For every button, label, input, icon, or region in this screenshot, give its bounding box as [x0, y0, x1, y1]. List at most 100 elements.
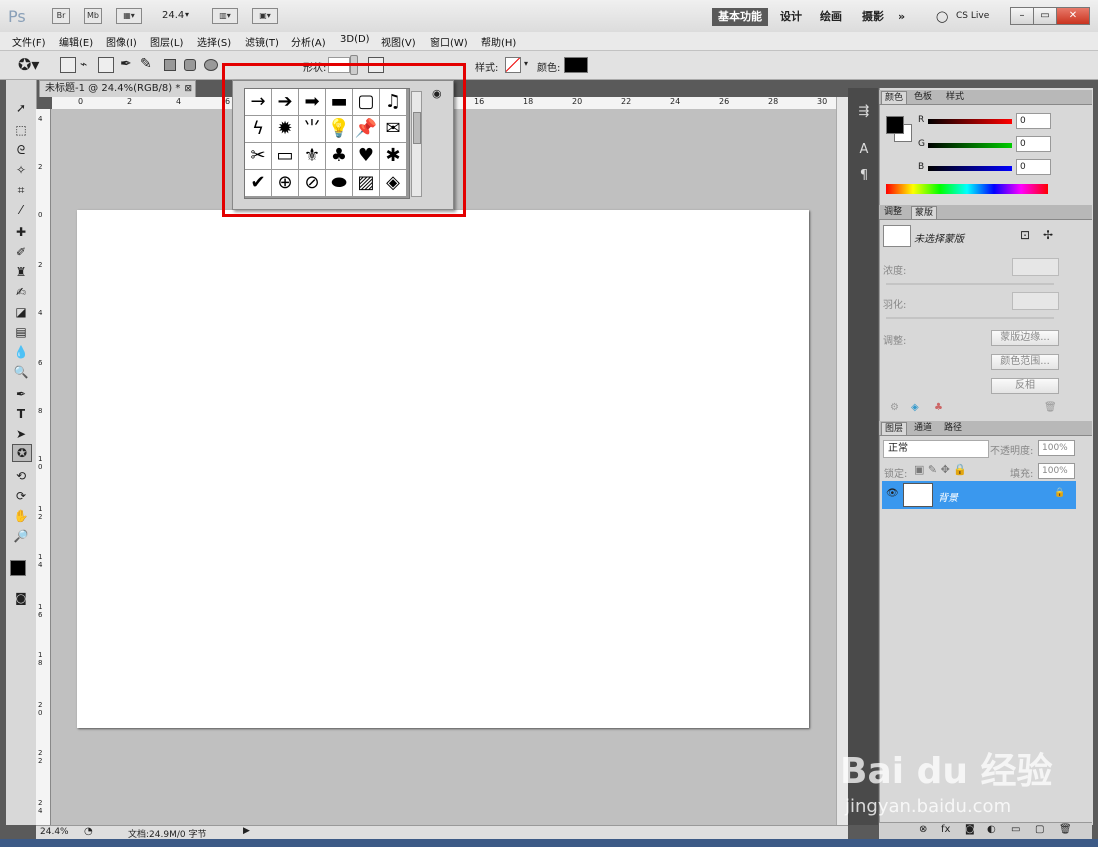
- blend-mode-select[interactable]: 正常: [883, 440, 989, 458]
- menu-help[interactable]: 帮助(H): [481, 34, 516, 49]
- eyedropper-tool-icon[interactable]: ⁄: [12, 202, 30, 218]
- zoom-readout[interactable]: 24.4%: [40, 827, 69, 837]
- zoom-level-select[interactable]: 24.4: [162, 10, 184, 21]
- pen-tool-icon[interactable]: ✒: [12, 386, 30, 402]
- red-slider[interactable]: [928, 119, 1012, 124]
- freeform-pen-icon[interactable]: ✎: [140, 56, 152, 72]
- adjustment-layer-icon[interactable]: ◐: [987, 824, 996, 835]
- density-slider[interactable]: [886, 283, 1054, 285]
- style-picker[interactable]: [505, 57, 521, 73]
- lasso-tool-icon[interactable]: ᘓ: [12, 142, 30, 158]
- mini-bridge-button[interactable]: Mb: [84, 8, 102, 24]
- cs-live-menu[interactable]: CS Live: [956, 11, 989, 21]
- marquee-tool-icon[interactable]: ⬚: [12, 122, 30, 138]
- tab-paths[interactable]: 路径: [941, 422, 965, 434]
- menu-file[interactable]: 文件(F): [12, 34, 46, 49]
- tab-masks[interactable]: 蒙版: [911, 206, 938, 219]
- maximize-button[interactable]: ▭: [1033, 7, 1057, 25]
- apply-mask-icon[interactable]: ◈: [911, 402, 919, 413]
- disable-mask-icon[interactable]: ♣: [934, 402, 943, 413]
- chevron-down-icon[interactable]: ▾: [185, 10, 189, 19]
- view-extras-button[interactable]: ▦▾: [116, 8, 142, 24]
- tab-adjustments[interactable]: 调整: [881, 206, 905, 218]
- type-tool-icon[interactable]: T: [12, 406, 30, 422]
- clone-stamp-icon[interactable]: ♜: [12, 264, 30, 280]
- workspace-photography[interactable]: 摄影: [862, 8, 884, 26]
- brush-tool-icon[interactable]: ✐: [12, 244, 30, 260]
- eraser-tool-icon[interactable]: ◪: [12, 304, 30, 320]
- menu-filter[interactable]: 滤镜(T): [245, 34, 279, 49]
- blue-slider[interactable]: [928, 166, 1012, 171]
- crop-tool-icon[interactable]: ⌗: [12, 182, 30, 198]
- rectangle-tool-icon[interactable]: [164, 59, 176, 71]
- red-value-input[interactable]: 0: [1016, 113, 1051, 129]
- character-panel-icon[interactable]: A: [856, 142, 872, 158]
- menu-3d[interactable]: 3D(D): [340, 34, 370, 45]
- green-value-input[interactable]: 0: [1016, 136, 1051, 152]
- tab-layers[interactable]: 图层: [881, 422, 908, 435]
- menu-select[interactable]: 选择(S): [197, 34, 231, 49]
- close-document-icon[interactable]: ⊠: [184, 81, 192, 97]
- foreground-color-swatch[interactable]: [10, 560, 26, 576]
- screen-mode-button[interactable]: ▣▾: [252, 8, 278, 24]
- gradient-tool-icon[interactable]: ▤: [12, 324, 30, 340]
- fill-input[interactable]: 100%: [1038, 463, 1075, 479]
- density-field[interactable]: [1012, 258, 1059, 276]
- custom-shape-tool-preset-icon[interactable]: ✪▾: [18, 55, 39, 74]
- document-tab[interactable]: 未标题-1 @ 24.4%(RGB/8) * ⊠: [39, 80, 196, 97]
- feather-slider[interactable]: [886, 317, 1054, 319]
- add-mask-icon[interactable]: ◙: [965, 824, 975, 835]
- bridge-button[interactable]: Br: [52, 8, 70, 24]
- pixel-mask-icon[interactable]: ⊡: [1020, 228, 1030, 242]
- layer-name[interactable]: 背景: [938, 489, 958, 504]
- ellipse-tool-icon[interactable]: [204, 59, 218, 71]
- vector-mask-icon[interactable]: ✢: [1043, 228, 1053, 242]
- chevron-down-icon[interactable]: ▾: [524, 59, 528, 68]
- load-selection-icon[interactable]: ⚙: [890, 402, 899, 413]
- dodge-tool-icon[interactable]: 🔍: [12, 364, 30, 380]
- menu-window[interactable]: 窗口(W): [430, 34, 468, 49]
- menu-layer[interactable]: 图层(L): [150, 34, 183, 49]
- lock-icons[interactable]: ▣ ✎ ✥ 🔒: [914, 463, 967, 476]
- new-group-icon[interactable]: ▭: [1011, 824, 1020, 835]
- tab-styles[interactable]: 样式: [943, 91, 967, 103]
- path-selection-icon[interactable]: ➤: [12, 426, 30, 442]
- opacity-input[interactable]: 100%: [1038, 440, 1075, 456]
- workspace-painting[interactable]: 绘画: [820, 8, 842, 26]
- paragraph-panel-icon[interactable]: ¶: [856, 168, 872, 184]
- 3d-orbit-icon[interactable]: ⟳: [12, 488, 30, 504]
- quick-select-tool-icon[interactable]: ✧: [12, 162, 30, 178]
- foreground-color-swatch[interactable]: [886, 116, 904, 134]
- link-layers-icon[interactable]: ⊗: [919, 824, 927, 835]
- layer-row-background[interactable]: 👁 背景 🔒: [882, 481, 1076, 509]
- arrange-documents-button[interactable]: ▥▾: [212, 8, 238, 24]
- history-brush-icon[interactable]: ✍: [12, 284, 30, 300]
- hand-tool-icon[interactable]: ✋: [12, 508, 30, 524]
- shape-layers-icon[interactable]: [60, 57, 76, 73]
- pen-tool-icon[interactable]: ✒: [120, 56, 132, 72]
- delete-layer-icon[interactable]: 🗑: [1059, 824, 1072, 835]
- more-workspaces-icon[interactable]: »: [898, 8, 905, 26]
- healing-brush-icon[interactable]: ✚: [12, 224, 30, 240]
- move-tool-icon[interactable]: ➚: [12, 100, 30, 116]
- zoom-tool-icon[interactable]: 🔎: [12, 528, 30, 544]
- blur-tool-icon[interactable]: 💧: [12, 344, 30, 360]
- menu-analysis[interactable]: 分析(A): [291, 34, 326, 49]
- status-info-icon[interactable]: ◔: [84, 826, 93, 837]
- shape-color-swatch[interactable]: [564, 57, 588, 73]
- layer-style-icon[interactable]: fx: [941, 824, 950, 835]
- history-panel-icon[interactable]: ⇶: [856, 104, 872, 120]
- color-spectrum-bar[interactable]: [886, 184, 1048, 194]
- visibility-eye-icon[interactable]: 👁: [886, 488, 899, 499]
- cs-live-icon[interactable]: ◯: [936, 10, 948, 23]
- feather-field[interactable]: [1012, 292, 1059, 310]
- invert-button[interactable]: 反相: [991, 378, 1059, 394]
- fill-pixels-icon[interactable]: [98, 57, 114, 73]
- tab-swatches[interactable]: 色板: [911, 91, 935, 103]
- document-canvas[interactable]: [77, 210, 809, 728]
- custom-shape-tool-icon[interactable]: ✪: [12, 444, 32, 462]
- minimize-button[interactable]: –: [1010, 7, 1034, 25]
- workspace-essentials[interactable]: 基本功能: [712, 8, 768, 26]
- delete-mask-icon[interactable]: 🗑: [1044, 402, 1057, 413]
- color-range-button[interactable]: 颜色范围...: [991, 354, 1059, 370]
